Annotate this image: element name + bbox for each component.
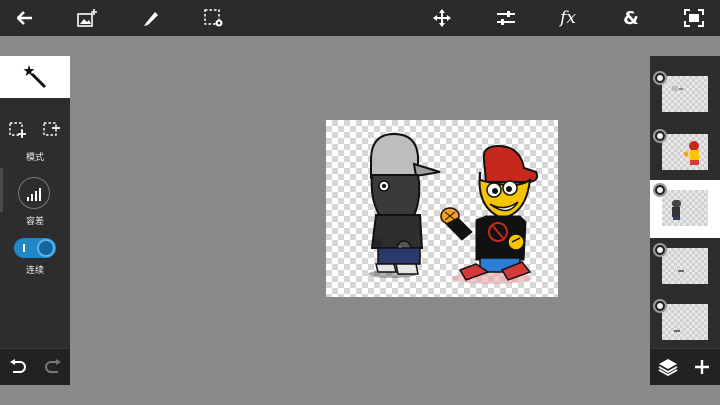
- layer-item[interactable]: [650, 296, 720, 354]
- adjustments-icon[interactable]: [494, 6, 518, 30]
- add-layer-icon[interactable]: [694, 359, 710, 375]
- layer-thumbnail: [662, 190, 708, 226]
- layer-thumbnail: [662, 304, 708, 340]
- fit-screen-icon[interactable]: [682, 6, 706, 30]
- redo-icon[interactable]: [44, 359, 62, 375]
- layer-thumbnail: [662, 248, 708, 284]
- ampersand-label: &: [623, 7, 639, 29]
- layer-visibility-icon[interactable]: [653, 129, 667, 143]
- layer-item[interactable]: [650, 240, 720, 298]
- canvas-artwork: [368, 132, 539, 284]
- layer-item[interactable]: [650, 126, 720, 184]
- tolerance-label: 容差: [25, 217, 44, 227]
- layer-item[interactable]: [650, 68, 720, 126]
- tool-options-panel: 模式 容差 连续: [0, 56, 70, 385]
- layers-panel: [650, 56, 720, 385]
- contiguous-label: 连续: [25, 266, 44, 276]
- grey-character-image: [368, 132, 441, 278]
- back-arrow-icon[interactable]: [13, 6, 37, 30]
- layer-thumbnail: [662, 76, 708, 112]
- layers-actions-bar: [650, 348, 720, 385]
- fx-label: fx: [560, 8, 576, 28]
- add-to-selection-icon[interactable]: [9, 122, 27, 142]
- contiguous-toggle[interactable]: [14, 238, 56, 258]
- brush-icon[interactable]: [139, 6, 163, 30]
- history-bar: [0, 348, 70, 385]
- layer-visibility-icon[interactable]: [653, 71, 667, 85]
- undo-icon[interactable]: [9, 359, 27, 375]
- panel-collapse-handle[interactable]: [0, 168, 3, 212]
- layer-visibility-icon[interactable]: [653, 183, 667, 197]
- layer-visibility-icon[interactable]: [653, 299, 667, 313]
- layer-item-selected[interactable]: [650, 180, 720, 238]
- layer-thumbnail: [662, 134, 708, 170]
- subtract-from-selection-icon[interactable]: [43, 122, 61, 142]
- top-toolbar: fx &: [0, 0, 720, 36]
- layer-visibility-icon[interactable]: [653, 243, 667, 257]
- selection-settings-icon[interactable]: [202, 6, 226, 30]
- magic-wand-icon: [23, 65, 47, 89]
- tolerance-control[interactable]: [18, 177, 50, 209]
- layers-stack-icon[interactable]: [658, 358, 678, 376]
- move-icon[interactable]: [430, 6, 454, 30]
- document-canvas[interactable]: [326, 120, 558, 297]
- magic-wand-tool-button[interactable]: [0, 56, 70, 98]
- ampersand-icon[interactable]: &: [619, 6, 643, 30]
- fx-icon[interactable]: fx: [556, 6, 580, 30]
- red-cap-character-image: [440, 144, 539, 284]
- mode-label: 模式: [25, 153, 44, 163]
- add-image-icon[interactable]: [75, 6, 99, 30]
